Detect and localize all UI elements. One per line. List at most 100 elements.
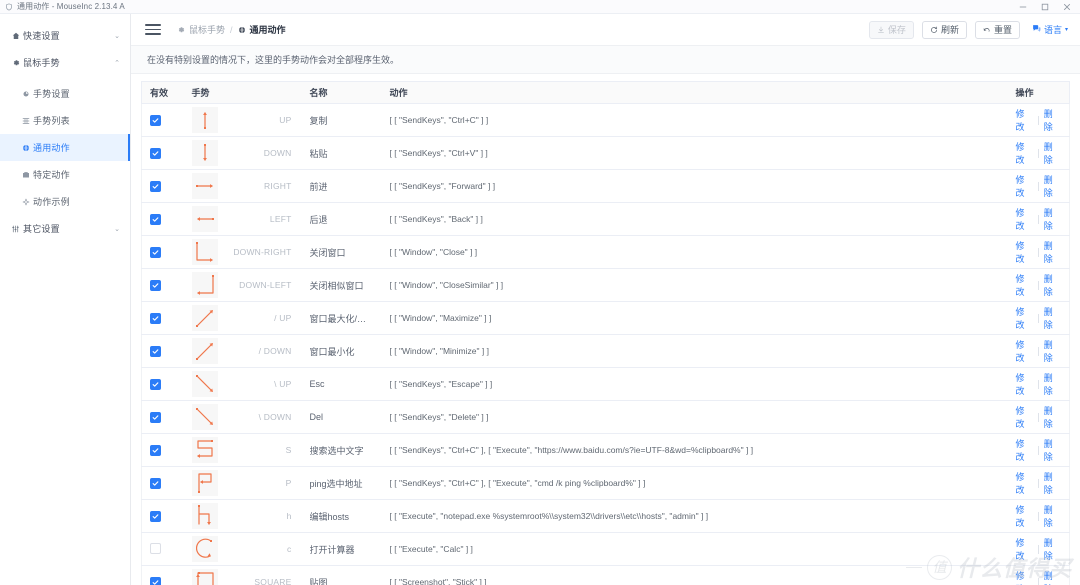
sidebar-item-2[interactable]: 手势设置: [0, 80, 130, 107]
delete-link[interactable]: 删除: [1044, 239, 1061, 265]
enabled-checkbox[interactable]: [150, 213, 161, 225]
edit-link[interactable]: 修改: [1016, 338, 1033, 364]
edit-link[interactable]: 修改: [1016, 371, 1033, 397]
sidebar-item-7[interactable]: 其它设置 ⌄: [0, 215, 130, 242]
grid-icon: [22, 117, 33, 125]
gesture-name: 前进: [309, 181, 328, 192]
edit-link[interactable]: 修改: [1016, 470, 1033, 496]
enabled-checkbox[interactable]: [150, 477, 161, 489]
delete-link[interactable]: 删除: [1044, 470, 1061, 496]
gesture-action: [ [ "SendKeys", "Forward" ] ]: [389, 181, 496, 192]
gesture-preview: DOWN-LEFT: [191, 272, 294, 299]
sidebar-item-3[interactable]: 手势列表: [0, 107, 130, 134]
chevron-down-icon[interactable]: ⌄: [114, 225, 120, 233]
enabled-checkbox[interactable]: [150, 576, 161, 585]
enabled-checkbox[interactable]: [150, 378, 161, 390]
minimize-icon[interactable]: [1012, 0, 1034, 14]
row-operations: 修改 删除: [1016, 173, 1062, 199]
row-operations: 修改 删除: [1016, 107, 1062, 133]
edit-link[interactable]: 修改: [1016, 404, 1033, 430]
breadcrumb-item-0[interactable]: 鼠标手势: [177, 23, 225, 36]
undo-icon: [983, 26, 991, 34]
enabled-checkbox[interactable]: [150, 312, 161, 324]
window-controls: [1012, 0, 1078, 14]
enabled-checkbox[interactable]: [150, 180, 161, 192]
cell-gesture: DOWN-RIGHT: [183, 235, 302, 270]
language-label: 语言: [1043, 25, 1062, 36]
gesture-square-icon: [191, 569, 218, 585]
sidebar-item-5[interactable]: 特定动作: [0, 161, 130, 188]
row-operations: 修改 删除: [1016, 140, 1062, 166]
enabled-checkbox[interactable]: [150, 147, 161, 159]
delete-link[interactable]: 删除: [1044, 338, 1061, 364]
cell-ops: 修改 删除: [1007, 334, 1070, 369]
chevron-down-icon: ▾: [1064, 27, 1068, 34]
edit-link[interactable]: 修改: [1016, 305, 1033, 331]
enabled-checkbox[interactable]: [150, 542, 161, 554]
delete-link[interactable]: 删除: [1044, 437, 1061, 463]
delete-link[interactable]: 删除: [1044, 371, 1061, 397]
edit-link[interactable]: 修改: [1016, 206, 1033, 232]
edit-link[interactable]: 修改: [1016, 173, 1033, 199]
chevron-down-icon[interactable]: ⌄: [114, 32, 120, 40]
delete-link[interactable]: 删除: [1044, 404, 1061, 430]
gesture-name: 关闭窗口: [309, 247, 346, 258]
cell-gesture: S: [183, 433, 302, 468]
edit-link[interactable]: 修改: [1016, 272, 1033, 298]
delete-link[interactable]: 删除: [1044, 173, 1061, 199]
edit-link[interactable]: 修改: [1016, 569, 1033, 585]
cell-action: [ [ "Screenshot", "Stick" ] ]: [381, 565, 1008, 585]
breadcrumb-item-1[interactable]: 通用动作: [238, 23, 286, 36]
edit-link[interactable]: 修改: [1016, 107, 1033, 133]
enabled-checkbox[interactable]: [150, 345, 161, 357]
gesture-s-icon: [191, 437, 218, 464]
gesture-name: 复制: [309, 115, 328, 126]
gesture-name: Del: [309, 412, 324, 423]
enabled-checkbox[interactable]: [150, 279, 161, 291]
toolbar-button-1[interactable]: 刷新: [921, 20, 967, 39]
download-icon: [877, 26, 885, 34]
cell-name: 编辑hosts: [301, 499, 382, 534]
chevron-up-icon[interactable]: ⌃: [114, 59, 120, 67]
edit-link[interactable]: 修改: [1016, 437, 1033, 463]
delete-link[interactable]: 删除: [1044, 107, 1061, 133]
cell-name: 复制: [301, 103, 382, 138]
cell-name: 后退: [301, 202, 382, 237]
delete-link[interactable]: 删除: [1044, 206, 1061, 232]
cell-name: 贴图: [301, 565, 382, 585]
toolbar-button-2[interactable]: 重置: [974, 20, 1020, 39]
sidebar-item-1[interactable]: 鼠标手势 ⌃: [0, 49, 130, 76]
enabled-checkbox[interactable]: [150, 114, 161, 126]
cell-gesture: / UP: [183, 301, 302, 336]
edit-link[interactable]: 修改: [1016, 140, 1033, 166]
sidebar-item-4[interactable]: 通用动作: [0, 134, 130, 161]
hamburger-icon[interactable]: [145, 22, 161, 38]
edit-link[interactable]: 修改: [1016, 536, 1033, 562]
table-header: 有效 手势 名称 动作 操作: [141, 81, 1070, 105]
close-icon[interactable]: [1056, 0, 1078, 14]
enabled-checkbox[interactable]: [150, 246, 161, 258]
edit-link[interactable]: 修改: [1016, 503, 1033, 529]
cell-gesture: c: [183, 532, 302, 567]
delete-link[interactable]: 删除: [1044, 536, 1061, 562]
enabled-checkbox[interactable]: [150, 510, 161, 522]
sidebar-item-0[interactable]: 快速设置 ⌄: [0, 22, 130, 49]
cell-valid: [141, 268, 184, 303]
cell-gesture: DOWN: [183, 136, 302, 171]
enabled-checkbox[interactable]: [150, 444, 161, 456]
maximize-icon[interactable]: [1034, 0, 1056, 14]
gesture-action: [ [ "Window", "Close" ] ]: [389, 247, 478, 258]
cell-ops: 修改 删除: [1007, 400, 1070, 435]
delete-link[interactable]: 删除: [1044, 305, 1061, 331]
edit-link[interactable]: 修改: [1016, 239, 1033, 265]
enabled-checkbox[interactable]: [150, 411, 161, 423]
delete-link[interactable]: 删除: [1044, 503, 1061, 529]
delete-link[interactable]: 删除: [1044, 140, 1061, 166]
sidebar-item-6[interactable]: 动作示例: [0, 188, 130, 215]
row-operations: 修改 删除: [1016, 338, 1062, 364]
delete-link[interactable]: 删除: [1044, 569, 1061, 585]
language-button[interactable]: 语言 ▾: [1030, 23, 1070, 36]
gesture-label: \ UP: [274, 379, 292, 390]
delete-link[interactable]: 删除: [1044, 272, 1061, 298]
table-row: RIGHT 前进 [ [ "SendKeys", "Forward" ] ] 修…: [141, 169, 1070, 204]
